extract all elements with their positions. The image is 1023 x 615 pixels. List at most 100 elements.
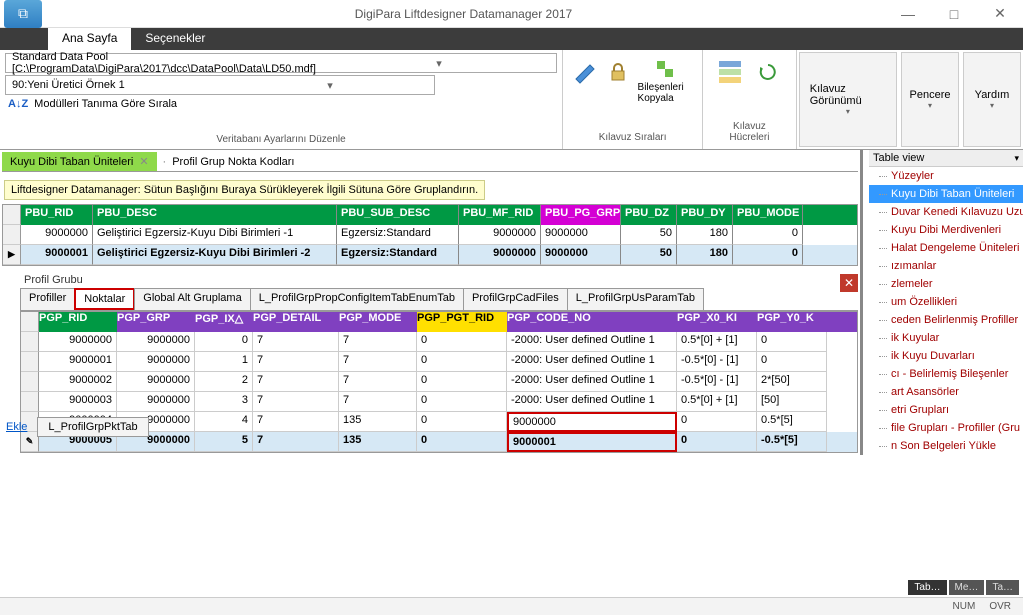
cell-rid[interactable]: 9000000	[39, 332, 117, 352]
inner-tab[interactable]: Global Alt Gruplama	[134, 288, 250, 310]
cell-mode[interactable]: 7	[339, 352, 417, 372]
breadcrumb-item[interactable]: Profil Grup Nokta Kodları	[172, 156, 294, 168]
table-row[interactable]: 9000003 9000000 3 7 7 0 -2000: User defi…	[21, 392, 857, 412]
cell-desc[interactable]: Geliştirici Egzersiz-Kuyu Dibi Birimleri…	[93, 245, 337, 265]
chevron-down-icon[interactable]: ▾	[1014, 153, 1019, 164]
tree-item[interactable]: ızımanlar	[869, 257, 1023, 275]
tree-item[interactable]: cı - Belirlemiş Bileşenler	[869, 365, 1023, 383]
tree-item[interactable]: Kuyu Dibi Merdivenleri	[869, 221, 1023, 239]
tree-item[interactable]: ik Kuyu Duvarları	[869, 347, 1023, 365]
col-pbu-desc[interactable]: PBU_DESC	[93, 205, 337, 225]
table-row[interactable]: ▶ 9000001 Geliştirici Egzersiz-Kuyu Dibi…	[3, 245, 857, 265]
tree-item[interactable]: Halat Dengeleme Üniteleri	[869, 239, 1023, 257]
col-pbu-mf-rid[interactable]: PBU_MF_RID	[459, 205, 541, 225]
cell-y0[interactable]: [50]	[757, 392, 827, 412]
cell-dy[interactable]: 180	[677, 245, 733, 265]
col-pgp-rid[interactable]: PGP_RID	[39, 312, 117, 332]
cell-pgt[interactable]: 0	[417, 412, 507, 432]
guide-view-button[interactable]: Kılavuz Görünümü ▾	[799, 52, 897, 147]
cell-detail[interactable]: 7	[253, 392, 339, 412]
cell-ix[interactable]: 1	[195, 352, 253, 372]
tree-item[interactable]: etri Grupları	[869, 401, 1023, 419]
cell-sub[interactable]: Egzersiz:Standard	[337, 245, 459, 265]
table-icon[interactable]	[716, 58, 744, 86]
col-pgp-code-no[interactable]: PGP_CODE_NO	[507, 312, 677, 332]
cell-grp[interactable]: 9000000	[117, 372, 195, 392]
cell-ix[interactable]: 0	[195, 332, 253, 352]
cell-dz[interactable]: 50	[621, 225, 677, 245]
tree-item[interactable]: ik Kuyular	[869, 329, 1023, 347]
maximize-button[interactable]: □	[931, 0, 977, 28]
cell-mode[interactable]: 0	[733, 225, 803, 245]
cell-mf[interactable]: 9000000	[459, 245, 541, 265]
cell-x0[interactable]: 0	[677, 412, 757, 432]
doc-tab-pit-units[interactable]: Kuyu Dibi Taban Üniteleri ✕	[2, 152, 157, 171]
inner-tab[interactable]: ProfilGrpCadFiles	[463, 288, 568, 310]
cell-x0[interactable]: 0.5*[0] + [1]	[677, 392, 757, 412]
cell-code[interactable]: 9000000	[507, 412, 677, 432]
cell-grp[interactable]: 9000000	[117, 392, 195, 412]
col-pbu-dy[interactable]: PBU_DY	[677, 205, 733, 225]
cell-detail[interactable]: 7	[253, 412, 339, 432]
cell-dy[interactable]: 180	[677, 225, 733, 245]
copy-components-button[interactable]: Bileşenleri Kopyala	[638, 58, 694, 104]
app-icon[interactable]: ⧉	[4, 0, 42, 28]
cell-detail[interactable]: 7	[253, 432, 339, 452]
cell-sub[interactable]: Egzersiz:Standard	[337, 225, 459, 245]
mini-tab[interactable]: Ta…	[986, 580, 1019, 595]
cell-rid[interactable]: 9000002	[39, 372, 117, 392]
cell-pg[interactable]: 9000000	[541, 225, 621, 245]
inner-tab[interactable]: L_ProfilGrpPropConfigItemTabEnumTab	[250, 288, 464, 310]
col-pbu-rid[interactable]: PBU_RID	[21, 205, 93, 225]
close-icon[interactable]: ✕	[840, 274, 858, 292]
cell-mf[interactable]: 9000000	[459, 225, 541, 245]
cell-pgt[interactable]: 0	[417, 392, 507, 412]
cell-pgt[interactable]: 0	[417, 432, 507, 452]
tree-item[interactable]: art Asansörler	[869, 383, 1023, 401]
tree-item[interactable]: Yüzeyler	[869, 167, 1023, 185]
cell-pgt[interactable]: 0	[417, 372, 507, 392]
chevron-down-icon[interactable]: ▾	[316, 57, 556, 70]
table-view-panel[interactable]: Table view ▾ YüzeylerKuyu Dibi Taban Üni…	[860, 150, 1023, 455]
inner-tab[interactable]: Profiller	[20, 288, 75, 310]
tree-item[interactable]: file Grupları - Profiller (Gru	[869, 419, 1023, 437]
cell-dz[interactable]: 50	[621, 245, 677, 265]
cell-detail[interactable]: 7	[253, 372, 339, 392]
datapool-combo[interactable]: Standard Data Pool [C:\ProgramData\DigiP…	[5, 53, 557, 73]
help-button[interactable]: Yardım ▾	[963, 52, 1021, 147]
cell-pgt[interactable]: 0	[417, 332, 507, 352]
tab-name-badge[interactable]: L_ProfilGrpPktTab	[37, 417, 148, 437]
refresh-icon[interactable]	[754, 58, 782, 86]
col-pgp-ix[interactable]: PGP_IX△	[195, 312, 253, 332]
cell-ix[interactable]: 5	[195, 432, 253, 452]
cell-detail[interactable]: 7	[253, 352, 339, 372]
col-pbu-mode[interactable]: PBU_MODE	[733, 205, 803, 225]
cell-y0[interactable]: 2*[50]	[757, 372, 827, 392]
minimize-button[interactable]: —	[885, 0, 931, 28]
table-row[interactable]: 9000001 9000000 1 7 7 0 -2000: User defi…	[21, 352, 857, 372]
tab-options[interactable]: Seçenekler	[131, 28, 219, 50]
cell-ix[interactable]: 2	[195, 372, 253, 392]
inner-tab[interactable]: L_ProfilGrpUsParamTab	[567, 288, 704, 310]
table-row[interactable]: 9000000 9000000 0 7 7 0 -2000: User defi…	[21, 332, 857, 352]
cell-mode[interactable]: 7	[339, 372, 417, 392]
cell-code[interactable]: 9000001	[507, 432, 677, 452]
table-row[interactable]: 9000000 Geliştirici Egzersiz-Kuyu Dibi B…	[3, 225, 857, 245]
cell-y0[interactable]: 0	[757, 352, 827, 372]
tree-item[interactable]: n Son Belgeleri Yükle	[869, 437, 1023, 455]
chevron-down-icon[interactable]: ▾	[220, 79, 434, 92]
sort-label[interactable]: Modülleri Tanıma Göre Sırala	[34, 98, 177, 110]
col-pgp-y0[interactable]: PGP_Y0_K	[757, 312, 827, 332]
cell-grp[interactable]: 9000000	[117, 332, 195, 352]
cell-rid[interactable]: 9000001	[39, 352, 117, 372]
mini-tab[interactable]: Tab…	[908, 580, 946, 595]
cell-x0[interactable]: -0.5*[0] - [1]	[677, 352, 757, 372]
cell-grp[interactable]: 9000000	[117, 352, 195, 372]
cell-pg[interactable]: 9000000	[541, 245, 621, 265]
cell-x0[interactable]: 0.5*[0] + [1]	[677, 332, 757, 352]
cell-rid[interactable]: 9000000	[21, 225, 93, 245]
cell-mode[interactable]: 7	[339, 392, 417, 412]
cell-mode[interactable]: 135	[339, 412, 417, 432]
col-pgp-mode[interactable]: PGP_MODE	[339, 312, 417, 332]
cell-rid[interactable]: 9000001	[21, 245, 93, 265]
